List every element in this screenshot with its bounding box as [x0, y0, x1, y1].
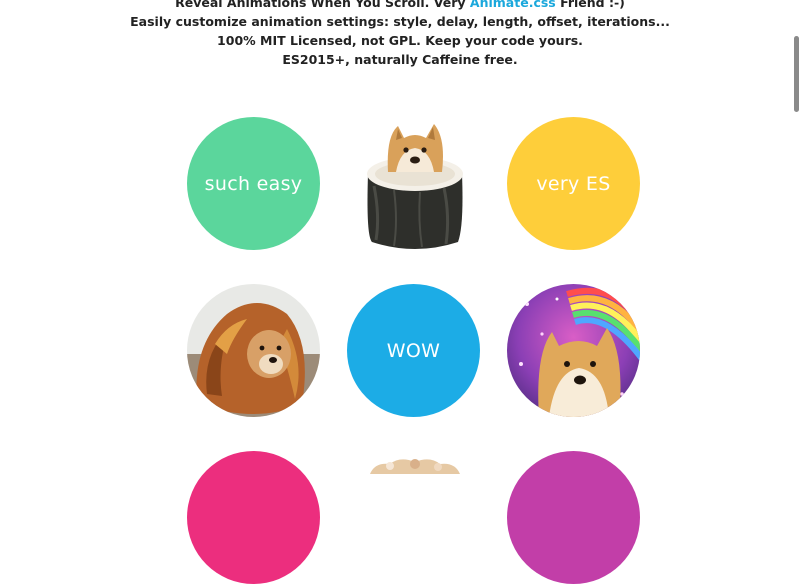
intro-line-1: Reveal Animations When You Scroll. Very … — [0, 0, 800, 12]
very-es-circle: very ES — [507, 117, 640, 250]
purple-circle — [507, 451, 640, 584]
intro-line-1-start: Reveal Animations When You Scroll. Very — [175, 0, 470, 10]
vertical-scrollbar[interactable] — [792, 0, 800, 470]
intro-line-4: ES2015+, naturally Caffeine free. — [282, 52, 518, 67]
intro-text: Reveal Animations When You Scroll. Very … — [0, 0, 800, 69]
scrollbar-thumb[interactable] — [794, 36, 799, 112]
wow-label: WOW — [386, 339, 441, 362]
wow-circle: WOW — [347, 284, 480, 417]
such-easy-label: such easy — [204, 172, 303, 195]
intro-line-1-end: Friend :-) — [555, 0, 625, 10]
sushi-doge-image — [360, 116, 493, 249]
rainbow-doge-image — [507, 284, 640, 417]
such-easy-circle: such easy — [187, 117, 320, 250]
intro-line-3: 100% MIT Licensed, not GPL. Keep your co… — [217, 33, 583, 48]
intro-line-2: Easily customize animation settings: sty… — [130, 14, 670, 29]
animate-css-link[interactable]: Animate.css — [470, 0, 556, 10]
very-es-label: very ES — [536, 172, 611, 195]
cookie-doge-image — [360, 454, 493, 587]
lion-doge-image — [187, 284, 320, 417]
pink-circle — [187, 451, 320, 584]
